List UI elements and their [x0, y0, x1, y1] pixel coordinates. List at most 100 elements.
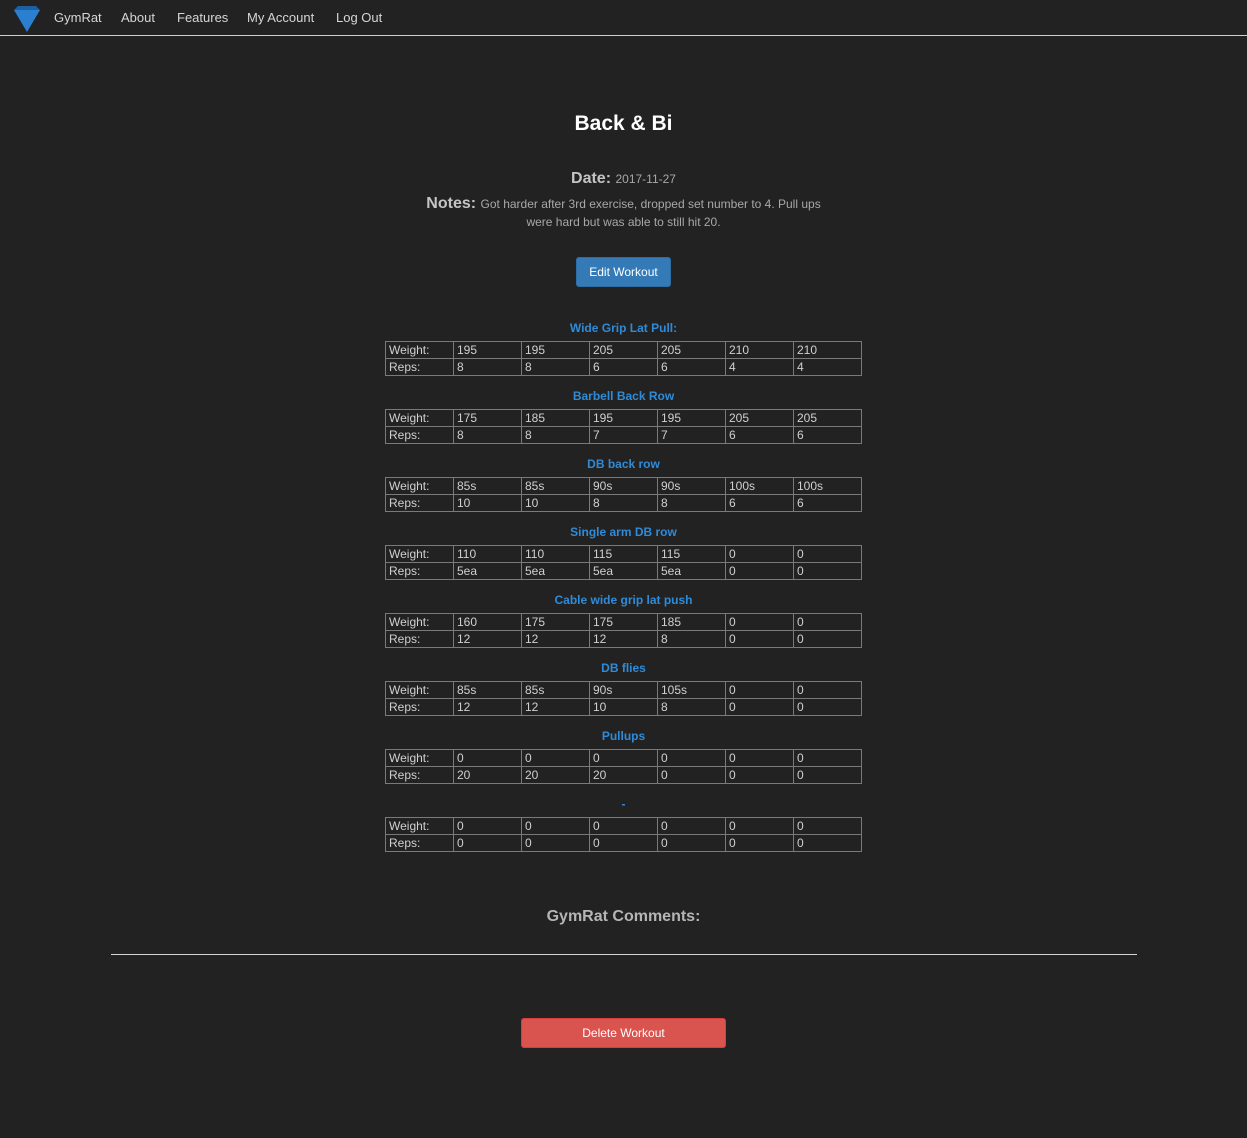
weight-cell: 160	[453, 613, 522, 631]
weight-cell: 205	[793, 409, 862, 427]
weight-cell: 85s	[521, 681, 590, 699]
reps-cell: 6	[725, 426, 794, 444]
weight-cell: 100s	[725, 477, 794, 495]
reps-cell: 0	[793, 834, 862, 852]
weight-cell: 0	[725, 681, 794, 699]
weight-cell: 0	[453, 749, 522, 767]
exercise-title-link[interactable]: Cable wide grip lat push	[385, 593, 862, 607]
reps-cell: 7	[589, 426, 658, 444]
comments-divider	[111, 954, 1137, 955]
nav-my-account[interactable]: My Account	[247, 10, 314, 25]
exercise-sets-table: Weight: 0 0 0 0 0 0 Reps: 0 0 0 0 0 0	[385, 817, 862, 852]
weight-cell: 175	[521, 613, 590, 631]
exercise-title-link[interactable]: -	[385, 797, 862, 811]
weight-cell: 195	[521, 341, 590, 359]
exercise-title-link[interactable]: Wide Grip Lat Pull:	[385, 321, 862, 335]
weight-cell: 0	[589, 817, 658, 835]
reps-cell: 0	[521, 834, 590, 852]
reps-cell: 8	[657, 698, 726, 716]
date-value: 2017-11-27	[615, 172, 676, 186]
exercise-title-link[interactable]: Pullups	[385, 729, 862, 743]
nav-log-out[interactable]: Log Out	[336, 10, 382, 25]
weight-cell: 85s	[453, 477, 522, 495]
reps-cell: 0	[793, 766, 862, 784]
weight-cell: 90s	[657, 477, 726, 495]
reps-cell: 5ea	[589, 562, 658, 580]
workout-title: Back & Bi	[574, 112, 673, 135]
weight-cell: 115	[589, 545, 658, 563]
comments-title: GymRat Comments:	[546, 908, 701, 925]
reps-cell: 12	[453, 698, 522, 716]
nav-about[interactable]: About	[121, 10, 155, 25]
workout-notes: Notes: Got harder after 3rd exercise, dr…	[415, 195, 832, 231]
gymrat-logo-icon[interactable]	[14, 6, 40, 32]
weight-cell: 0	[725, 613, 794, 631]
weight-cell: 85s	[453, 681, 522, 699]
reps-row: Reps: 8 8 6 6 4 4	[385, 358, 862, 376]
reps-cell: 8	[657, 494, 726, 512]
exercise-title-link[interactable]: DB back row	[385, 457, 862, 471]
reps-cell: 0	[793, 698, 862, 716]
weight-label: Weight:	[385, 477, 454, 495]
reps-cell: 12	[521, 630, 590, 648]
weight-cell: 0	[521, 817, 590, 835]
weight-cell: 195	[589, 409, 658, 427]
reps-row: Reps: 12 12 10 8 0 0	[385, 698, 862, 716]
reps-cell: 0	[657, 834, 726, 852]
weight-cell: 100s	[793, 477, 862, 495]
delete-workout-button[interactable]: Delete Workout	[521, 1018, 726, 1048]
weight-cell: 0	[793, 613, 862, 631]
weight-cell: 115	[657, 545, 726, 563]
weight-cell: 185	[657, 613, 726, 631]
weight-cell: 175	[589, 613, 658, 631]
reps-cell: 8	[453, 358, 522, 376]
weight-label: Weight:	[385, 341, 454, 359]
exercise-sets-table: Weight: 175 185 195 195 205 205 Reps: 8 8 7 7 6 6	[385, 409, 862, 444]
reps-cell: 6	[725, 494, 794, 512]
reps-cell: 5ea	[453, 562, 522, 580]
exercise-sets-table: Weight: 85s 85s 90s 90s 100s 100s Reps: 10 10 8 8 6 6	[385, 477, 862, 512]
reps-cell: 10	[453, 494, 522, 512]
reps-label: Reps:	[385, 698, 454, 716]
weight-cell: 0	[793, 681, 862, 699]
reps-cell: 6	[657, 358, 726, 376]
weight-cell: 110	[453, 545, 522, 563]
reps-cell: 0	[793, 630, 862, 648]
reps-cell: 0	[725, 698, 794, 716]
reps-cell: 0	[453, 834, 522, 852]
weight-cell: 0	[521, 749, 590, 767]
reps-cell: 20	[521, 766, 590, 784]
weight-row: Weight: 160 175 175 185 0 0	[385, 613, 862, 631]
reps-cell: 10	[521, 494, 590, 512]
exercise-title-link[interactable]: Single arm DB row	[385, 525, 862, 539]
exercise-sets-table: Weight: 195 195 205 205 210 210 Reps: 8 8 6 6 4 4	[385, 341, 862, 376]
exercise-title-link[interactable]: Barbell Back Row	[385, 389, 862, 403]
weight-cell: 0	[793, 545, 862, 563]
nav-features[interactable]: Features	[177, 10, 228, 25]
weight-label: Weight:	[385, 817, 454, 835]
weight-row: Weight: 0 0 0 0 0 0	[385, 749, 862, 767]
reps-row: Reps: 12 12 12 8 0 0	[385, 630, 862, 648]
weight-cell: 175	[453, 409, 522, 427]
weight-cell: 105s	[657, 681, 726, 699]
date-label: Date:	[571, 170, 612, 187]
reps-label: Reps:	[385, 630, 454, 648]
reps-cell: 4	[793, 358, 862, 376]
reps-cell: 12	[521, 698, 590, 716]
reps-cell: 0	[725, 630, 794, 648]
weight-cell: 195	[657, 409, 726, 427]
reps-cell: 12	[589, 630, 658, 648]
reps-cell: 6	[793, 494, 862, 512]
edit-workout-button[interactable]: Edit Workout	[576, 257, 671, 287]
exercise-sets-table: Weight: 160 175 175 185 0 0 Reps: 12 12 12 8 0 0	[385, 613, 862, 648]
reps-cell: 8	[657, 630, 726, 648]
weight-cell: 0	[725, 749, 794, 767]
exercise-title-link[interactable]: DB flies	[385, 661, 862, 675]
reps-row: Reps: 5ea 5ea 5ea 5ea 0 0	[385, 562, 862, 580]
reps-row: Reps: 8 8 7 7 6 6	[385, 426, 862, 444]
reps-cell: 6	[793, 426, 862, 444]
reps-label: Reps:	[385, 834, 454, 852]
weight-cell: 0	[657, 817, 726, 835]
nav-brand[interactable]: GymRat	[54, 10, 102, 25]
notes-label: Notes:	[426, 195, 477, 212]
